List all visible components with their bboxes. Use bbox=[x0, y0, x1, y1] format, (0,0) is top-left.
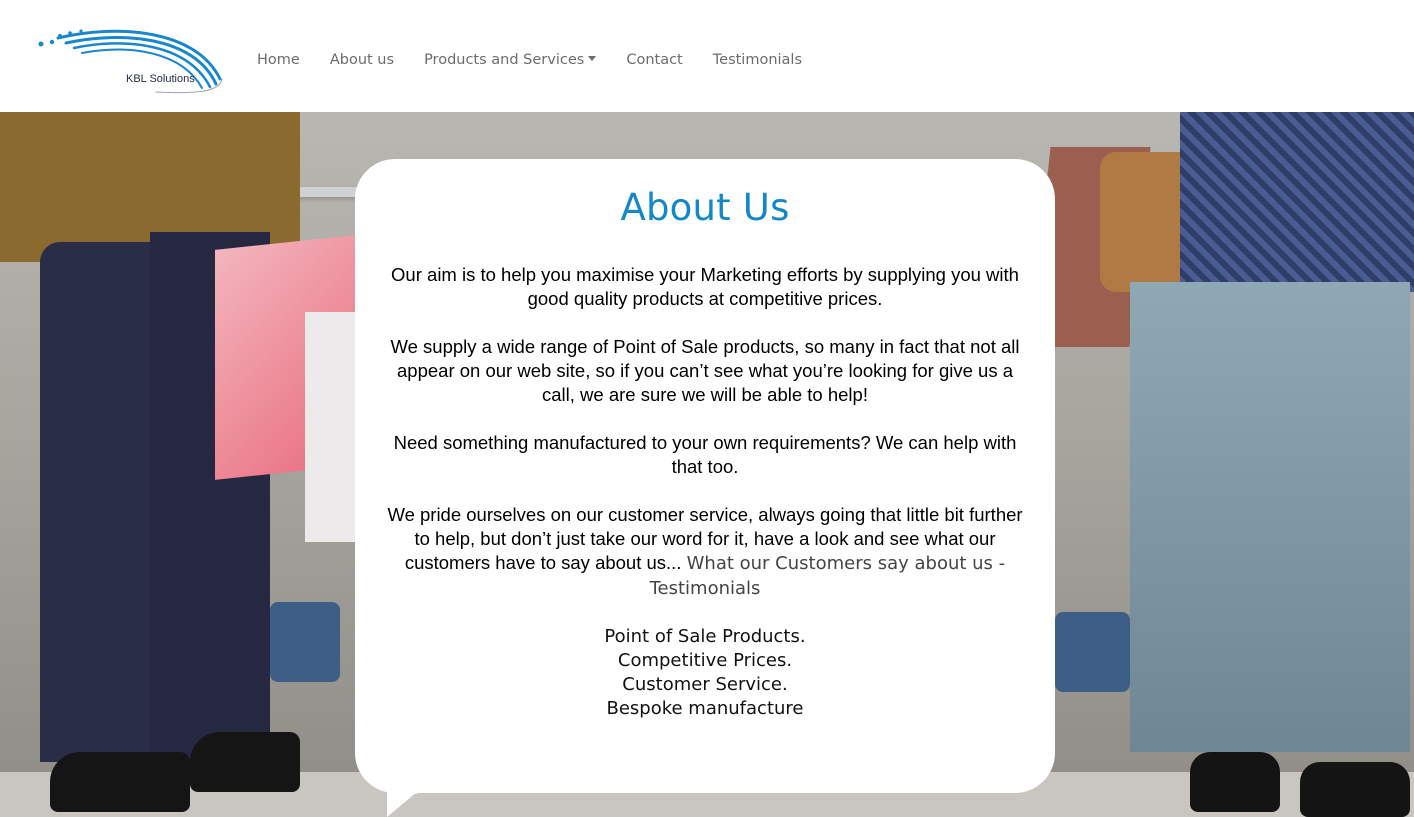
person-checked-shirt bbox=[1180, 112, 1414, 292]
about-us-card: About Us Our aim is to help you maximise… bbox=[355, 159, 1055, 793]
about-paragraph: Need something manufactured to your own … bbox=[393, 432, 1017, 477]
brand-name: KBL Solutions bbox=[126, 73, 195, 85]
main-nav: Home About us Products and Services Cont… bbox=[257, 52, 832, 68]
about-paragraph: Our aim is to help you maximise your Mar… bbox=[391, 264, 1019, 309]
about-paragraph: We pride ourselves on our customer servi… bbox=[383, 503, 1027, 601]
shoe bbox=[50, 752, 190, 812]
bench-post bbox=[270, 602, 340, 682]
page-title: About Us bbox=[620, 186, 790, 229]
tagline-list: Point of Sale Products. Competitive Pric… bbox=[383, 625, 1027, 721]
caret-down-icon bbox=[588, 55, 597, 61]
nav-item-about-us[interactable]: About us bbox=[330, 52, 394, 68]
testimonials-link[interactable]: What our Customers say about us - Testim… bbox=[650, 553, 1006, 599]
nav-item-products-and-services[interactable]: Products and Services bbox=[424, 52, 597, 68]
nav-item-home[interactable]: Home bbox=[257, 52, 300, 68]
tagline: Bespoke manufacture bbox=[606, 698, 804, 719]
brand-logo[interactable] bbox=[36, 24, 226, 102]
tagline: Competitive Prices. bbox=[617, 650, 793, 671]
logo-swoosh-icon bbox=[38, 29, 223, 94]
nav-item-label: Contact bbox=[626, 52, 683, 68]
about-us-content: Our aim is to help you maximise your Mar… bbox=[383, 263, 1027, 721]
shoe bbox=[1300, 762, 1410, 817]
nav-item-label: About us bbox=[329, 52, 395, 68]
nav-item-contact[interactable]: Contact bbox=[626, 52, 682, 68]
nav-item-label: Home bbox=[257, 52, 300, 68]
tagline: Customer Service. bbox=[622, 674, 788, 695]
site-header: KBL Solutions Home About us Products and… bbox=[0, 0, 1414, 112]
shoe bbox=[190, 732, 300, 792]
nav-item-label: Testimonials bbox=[712, 52, 803, 68]
speech-bubble-tail bbox=[387, 792, 417, 817]
person-jeans bbox=[1130, 282, 1410, 752]
nav-item-label: Products and Services bbox=[424, 52, 585, 68]
about-paragraph: We supply a wide range of Point of Sale … bbox=[390, 336, 1020, 405]
tagline: Point of Sale Products. bbox=[604, 626, 806, 647]
shoe bbox=[1190, 752, 1280, 812]
bench-post bbox=[1055, 612, 1130, 692]
nav-item-testimonials[interactable]: Testimonials bbox=[713, 52, 802, 68]
